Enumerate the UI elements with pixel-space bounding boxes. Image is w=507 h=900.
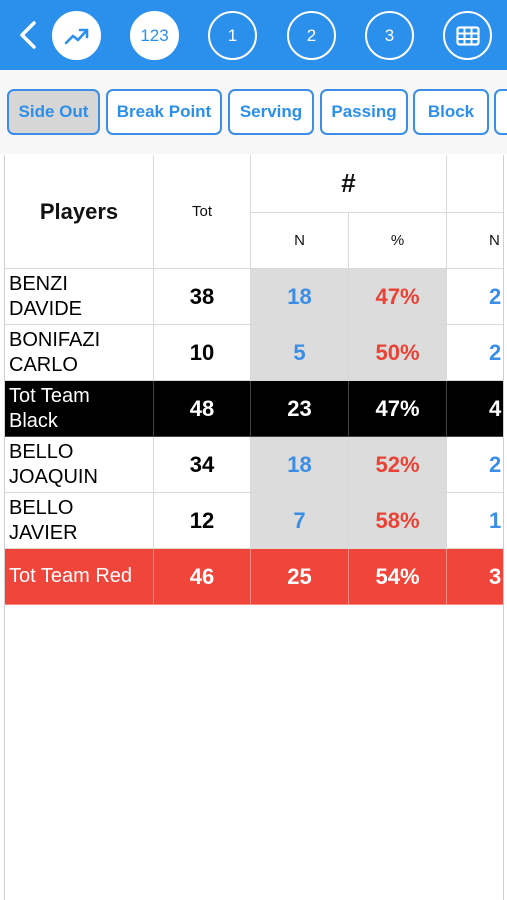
next-n-value: 2 [447,269,503,325]
n-value: 25 [251,549,349,605]
percent-value: 47% [349,381,447,437]
tab-more[interactable] [494,89,507,135]
player-name: Tot Team Black [5,381,154,437]
trend-chart-icon [64,28,88,44]
tab-passing[interactable]: Passing [320,89,408,135]
header-n-next: N [447,213,503,269]
percent-value: 54% [349,549,447,605]
counts-button[interactable]: 123 [130,11,179,60]
set-2-button[interactable]: 2 [287,11,336,60]
stat-tabs: Side Out Break Point Serving Passing Blo… [0,70,507,154]
tab-break-point[interactable]: Break Point [106,89,222,135]
next-n-value: 3 [447,549,503,605]
player-name: Tot Team Red [5,549,154,605]
next-n-value: 4 [447,381,503,437]
next-n-value: 2 [447,325,503,381]
header-pct: % [349,213,447,269]
stats-table: Players Tot # N % N BENZI DAVIDE 38 18 47% 2… [4,155,504,900]
n-value: 18 [251,437,349,493]
total-value: 48 [154,381,251,437]
total-value: 46 [154,549,251,605]
total-value: 38 [154,269,251,325]
set-3-button[interactable]: 3 [365,11,414,60]
percent-value: 52% [349,437,447,493]
next-n-value: 1 [447,493,503,549]
player-name: BELLO JAVIER [5,493,154,549]
percent-value: 47% [349,269,447,325]
grid-table-button[interactable] [443,11,492,60]
header-tot: Tot [154,155,251,269]
header-next-group [447,155,503,213]
player-name: BONIFAZI CARLO [5,325,154,381]
header-n: N [251,213,349,269]
top-toolbar: 123 1 2 3 [0,0,507,70]
next-n-value: 2 [447,437,503,493]
percent-value: 58% [349,493,447,549]
header-group-hash: # [251,155,447,213]
total-value: 12 [154,493,251,549]
back-chevron-icon[interactable] [14,19,44,51]
total-value: 10 [154,325,251,381]
n-value: 18 [251,269,349,325]
n-value: 23 [251,381,349,437]
grid-table-icon [455,25,480,46]
total-value: 34 [154,437,251,493]
player-name: BENZI DAVIDE [5,269,154,325]
player-name: BELLO JOAQUIN [5,437,154,493]
set-1-button[interactable]: 1 [208,11,257,60]
trend-chart-button[interactable] [52,11,101,60]
tab-serving[interactable]: Serving [228,89,314,135]
n-value: 5 [251,325,349,381]
tab-block[interactable]: Block [413,89,489,135]
tab-side-out[interactable]: Side Out [7,89,100,135]
percent-value: 50% [349,325,447,381]
header-players: Players [5,155,154,269]
n-value: 7 [251,493,349,549]
